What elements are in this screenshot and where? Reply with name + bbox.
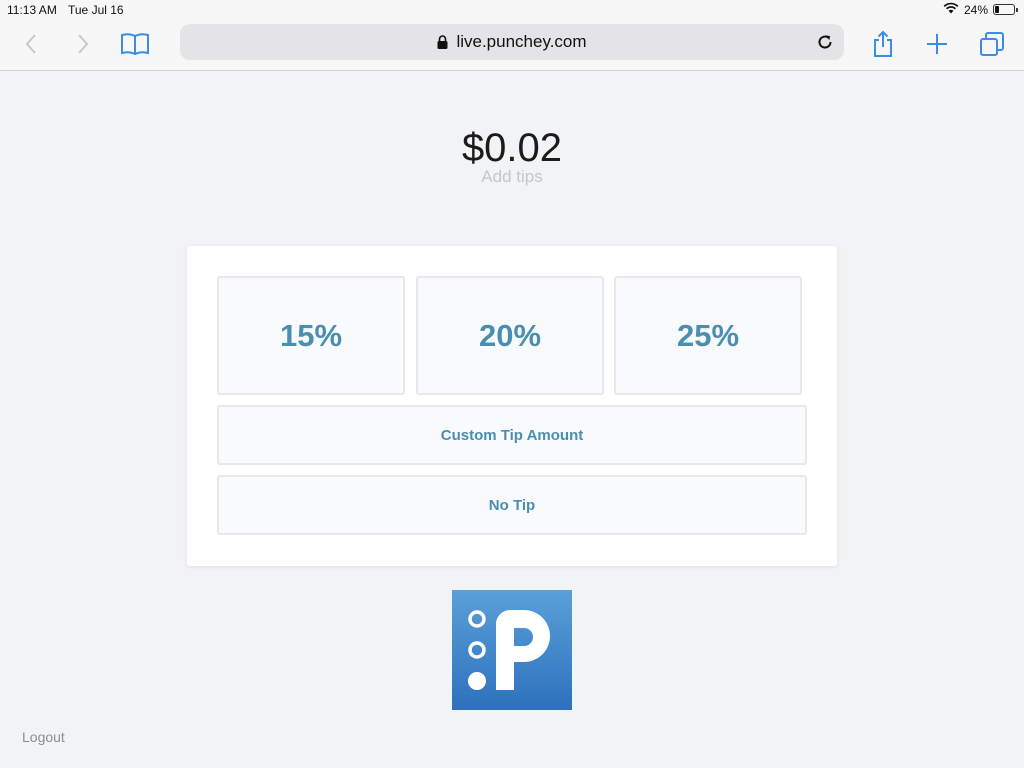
url-text: live.punchey.com [456,32,587,51]
tip-20-button[interactable]: 20% [416,276,604,395]
bookmarks-icon[interactable] [120,29,150,59]
tabs-icon[interactable] [977,29,1007,59]
logout-link[interactable]: Logout [22,729,65,745]
status-bar: 11:13 AM Tue Jul 16 24% [0,0,1024,20]
tip-25-button[interactable]: 25% [614,276,802,395]
browser-toolbar: live.punchey.com [0,20,1024,71]
battery-icon [993,4,1018,15]
total-amount: $0.02 [461,126,563,170]
share-icon[interactable] [868,29,898,59]
status-date: Tue Jul 16 [68,3,124,17]
status-right: 24% [943,2,1018,17]
forward-icon[interactable] [68,29,98,59]
no-tip-button[interactable]: No Tip [217,475,807,535]
back-icon[interactable] [16,29,46,59]
status-time: 11:13 AM [7,3,57,17]
battery-percent: 24% [963,2,988,17]
tip-options-card: 15% 20% 25% Custom Tip Amount No Tip [187,246,837,566]
new-tab-icon[interactable] [922,29,952,59]
custom-tip-button[interactable]: Custom Tip Amount [217,405,807,465]
reload-icon[interactable] [814,31,836,53]
wifi-icon [943,2,959,17]
tip-15-button[interactable]: 15% [217,276,405,395]
punchey-logo [452,590,572,710]
add-tips-label: Add tips [481,167,543,186]
lock-icon [437,35,448,49]
address-bar[interactable]: live.punchey.com [180,24,844,60]
